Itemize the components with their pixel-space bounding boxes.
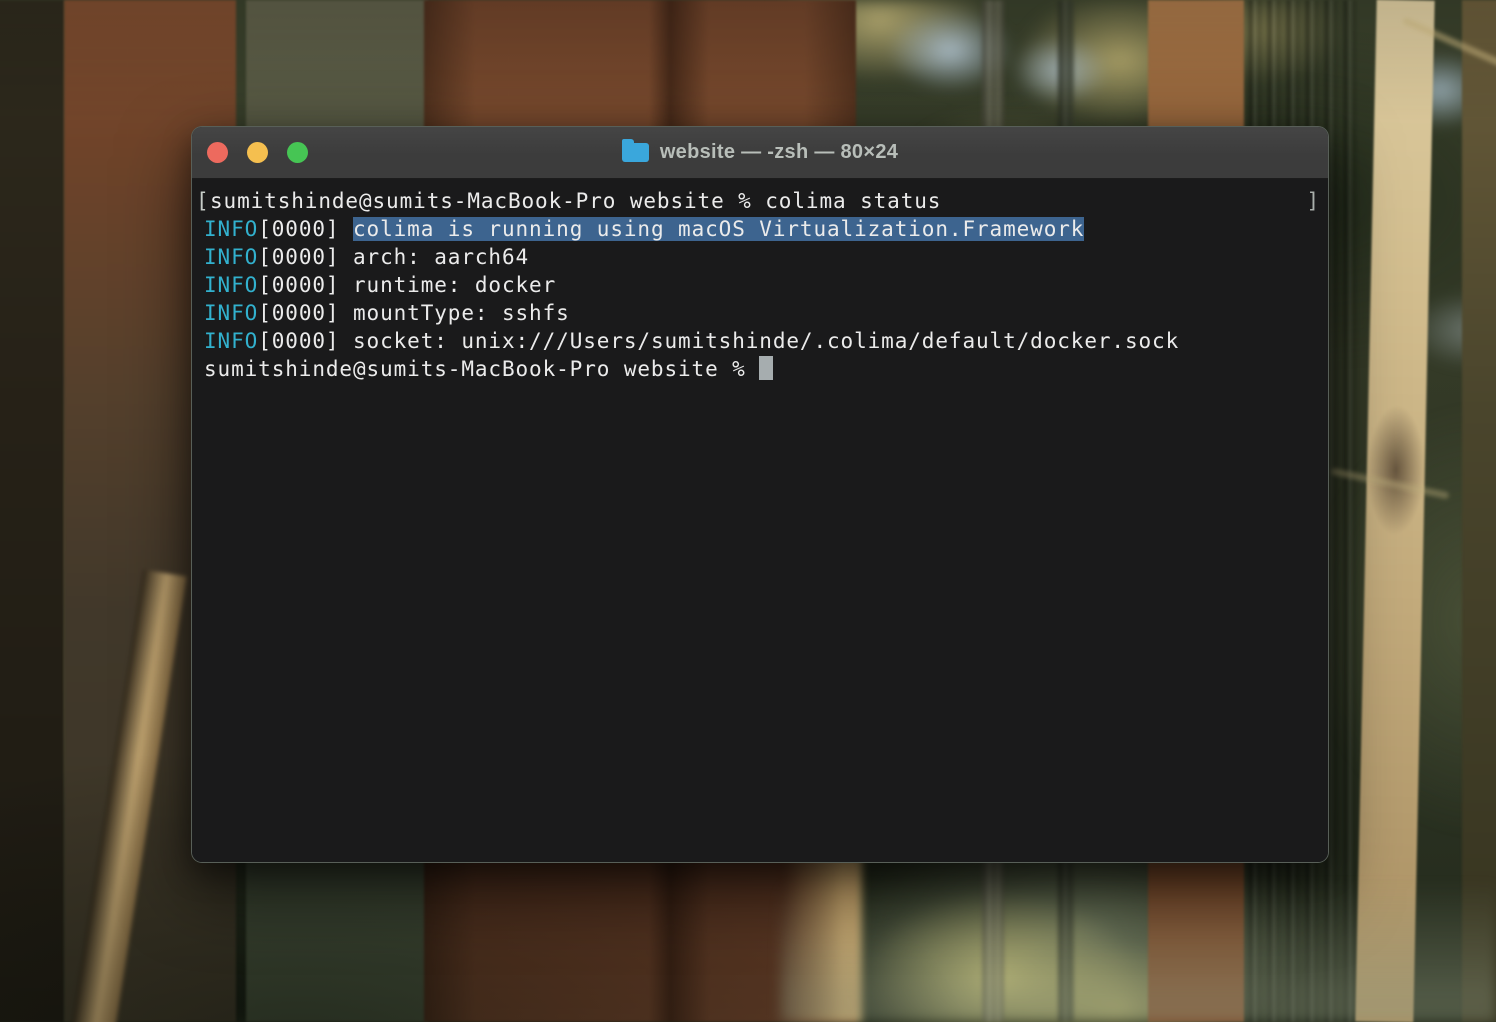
wallpaper-diagonal-trunk (65, 570, 187, 1022)
window-title: website — -zsh — 80×24 (660, 141, 898, 164)
terminal-cursor (759, 356, 773, 380)
terminal-line: INFO[0000] arch: aarch64 (204, 243, 1316, 271)
log-level: INFO (204, 329, 258, 353)
terminal-line: [sumitshinde@sumits-MacBook-Pro website … (204, 187, 1316, 215)
window-title-group: website — -zsh — 80×24 (622, 141, 898, 164)
terminal-line: INFO[0000] mountType: sshfs (204, 299, 1316, 327)
log-timestamp: [0000] (258, 217, 353, 241)
log-message: socket: unix:///Users/sumitshinde/.colim… (353, 329, 1179, 353)
log-timestamp: [0000] (258, 273, 353, 297)
prompt-mark-close: ] (1306, 187, 1320, 215)
terminal-prompt-line: sumitshinde@sumits-MacBook-Pro website % (204, 355, 1316, 383)
close-button[interactable] (207, 142, 228, 163)
minimize-button[interactable] (247, 142, 268, 163)
zoom-button[interactable] (287, 142, 308, 163)
terminal-window: website — -zsh — 80×24 [sumitshinde@sumi… (191, 126, 1329, 863)
wallpaper-branch (1331, 468, 1450, 500)
terminal-line: INFO[0000] runtime: docker (204, 271, 1316, 299)
shell-prompt: sumitshinde@sumits-MacBook-Pro website % (204, 357, 759, 381)
log-timestamp: [0000] (258, 301, 353, 325)
wallpaper-trunk-far-left (0, 0, 64, 1022)
terminal-content[interactable]: [sumitshinde@sumits-MacBook-Pro website … (192, 179, 1328, 863)
selected-log-message: colima is running using macOS Virtualiza… (353, 217, 1084, 241)
terminal-line: INFO[0000] socket: unix:///Users/sumitsh… (204, 327, 1316, 355)
log-timestamp: [0000] (258, 245, 353, 269)
log-message: mountType: sshfs (353, 301, 570, 325)
log-level: INFO (204, 217, 258, 241)
wallpaper-fog (780, 880, 1496, 1022)
log-message: runtime: docker (353, 273, 556, 297)
log-level: INFO (204, 301, 258, 325)
wallpaper-trunk-far-right (1462, 0, 1496, 1022)
prompt-mark-open: [ (196, 187, 210, 215)
wallpaper-trunk-sunlit (1355, 0, 1434, 1022)
titlebar[interactable]: website — -zsh — 80×24 (192, 127, 1328, 179)
terminal-line: INFO[0000] colima is running using macOS… (204, 215, 1316, 243)
wallpaper-branch (1402, 17, 1496, 101)
log-message: arch: aarch64 (353, 245, 529, 269)
log-level: INFO (204, 245, 258, 269)
command-line-text: sumitshinde@sumits-MacBook-Pro website %… (210, 189, 941, 213)
log-level: INFO (204, 273, 258, 297)
folder-icon (622, 143, 649, 162)
desktop: website — -zsh — 80×24 [sumitshinde@sumi… (0, 0, 1496, 1022)
window-controls (192, 127, 308, 178)
log-timestamp: [0000] (258, 329, 353, 353)
